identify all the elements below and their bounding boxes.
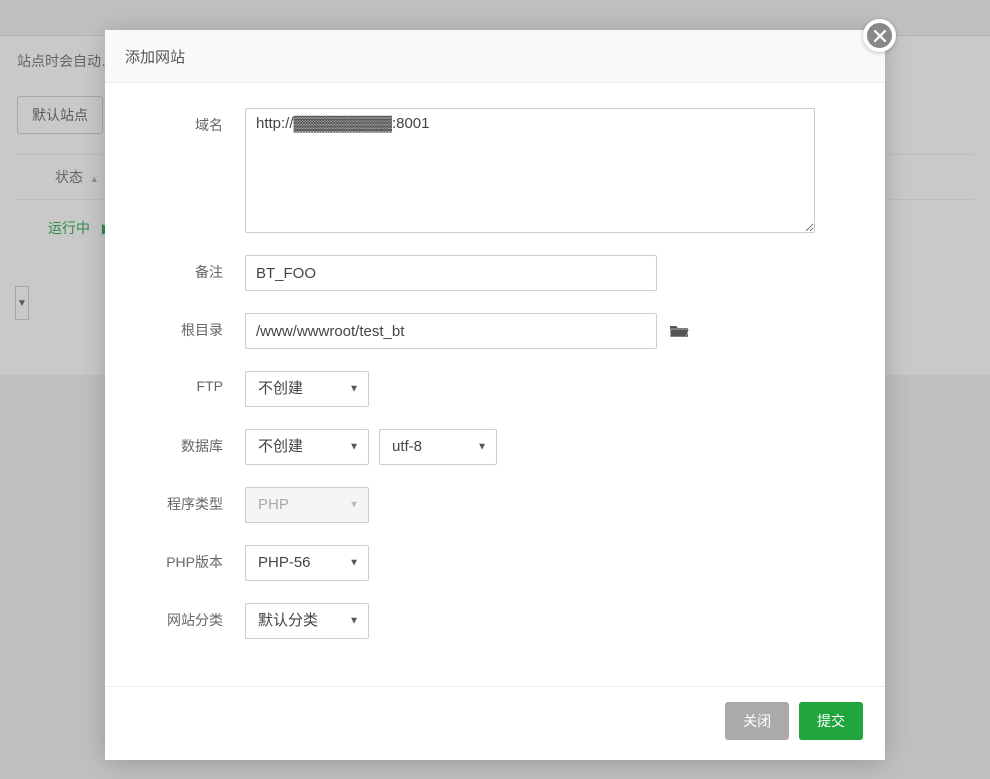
site-category-label: 网站分类 bbox=[140, 603, 245, 630]
program-type-label: 程序类型 bbox=[140, 487, 245, 514]
remark-label: 备注 bbox=[140, 255, 245, 282]
ftp-select[interactable]: 不创建 bbox=[245, 371, 369, 407]
remark-input[interactable] bbox=[245, 255, 657, 291]
close-button[interactable]: 关闭 bbox=[725, 702, 789, 740]
program-type-select: PHP bbox=[245, 487, 369, 523]
root-dir-label: 根目录 bbox=[140, 313, 245, 340]
domain-label: 域名 bbox=[140, 108, 245, 135]
charset-select[interactable]: utf-8 bbox=[379, 429, 497, 465]
ftp-label: FTP bbox=[140, 371, 245, 394]
add-site-modal: 添加网站 域名 http://▓▓▓▓▓▓▓▓▓:8001 备注 根目录 bbox=[105, 30, 885, 760]
submit-button[interactable]: 提交 bbox=[799, 702, 863, 740]
database-label: 数据库 bbox=[140, 429, 245, 456]
database-select[interactable]: 不创建 bbox=[245, 429, 369, 465]
close-icon[interactable] bbox=[863, 19, 896, 52]
php-version-label: PHP版本 bbox=[140, 545, 245, 572]
root-dir-input[interactable] bbox=[245, 313, 657, 349]
folder-icon[interactable] bbox=[669, 323, 689, 339]
php-version-select[interactable]: PHP-56 bbox=[245, 545, 369, 581]
modal-title: 添加网站 bbox=[105, 30, 885, 83]
site-category-select[interactable]: 默认分类 bbox=[245, 603, 369, 639]
domain-textarea[interactable]: http://▓▓▓▓▓▓▓▓▓:8001 bbox=[245, 108, 815, 233]
